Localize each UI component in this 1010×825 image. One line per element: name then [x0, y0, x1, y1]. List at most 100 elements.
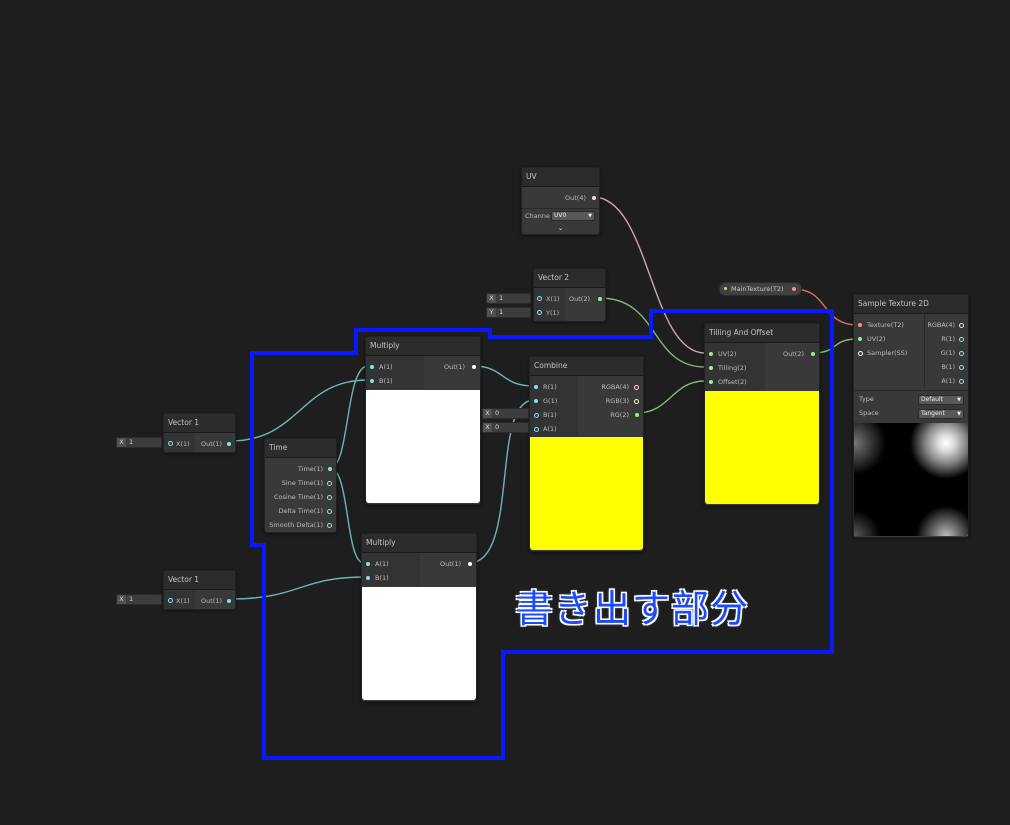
sample-texture-type-dropdown[interactable]: Default ▼	[918, 395, 964, 405]
wire-maintexture-to-sample	[792, 288, 859, 326]
combine-preview	[530, 437, 643, 550]
multiply-node-1[interactable]: Multiply A(1) B(1) Out(1)	[365, 336, 481, 505]
time-node[interactable]: Time Time(1) Sine Time(1) Cosine Time(1)…	[264, 438, 337, 533]
vector2-x-port[interactable]	[537, 296, 542, 301]
vector2-y-input-label: Y	[487, 308, 496, 317]
chevron-down-icon[interactable]: ⌄	[522, 224, 599, 233]
vector2-y-input[interactable]: Y1	[486, 307, 531, 318]
combine-in-g-port[interactable]	[534, 399, 538, 403]
uv-node[interactable]: UV Out(4) Channe UV0 ▼ ⌄	[521, 167, 600, 235]
multiply-2-in-b-port[interactable]	[366, 576, 370, 580]
export-region-annotation: 書き出す部分	[515, 587, 750, 631]
wire-vector1a-to-multiply1-b	[229, 379, 369, 442]
vector2-y-label: Y(1)	[546, 309, 560, 317]
dropdown-arrow-icon: ▼	[957, 397, 961, 403]
sample-texture-in-texture-port[interactable]	[858, 323, 862, 327]
vector2-x-input[interactable]: X1	[486, 293, 531, 304]
combine-in-a-label: A(1)	[543, 425, 557, 433]
vector1a-out-port[interactable]	[227, 442, 231, 446]
combine-a-input[interactable]: X0	[482, 422, 529, 433]
multiply-1-preview	[366, 390, 480, 503]
sample-texture-in-sampler-label: Sampler(SS)	[867, 349, 908, 357]
combine-in-b-label: B(1)	[543, 411, 557, 419]
uv-channel-dropdown[interactable]: UV0 ▼	[551, 211, 595, 221]
time-out-delta-port[interactable]	[327, 509, 332, 514]
combine-node[interactable]: Combine R(1) G(1) B(1) A(1) RGBA(4) RGB(…	[529, 356, 644, 552]
time-out-time-label: Time(1)	[297, 465, 323, 473]
combine-b-input-label: X	[483, 409, 492, 418]
vector2-x-label: X(1)	[546, 295, 560, 303]
tiling-offset-in-tiling-port[interactable]	[709, 366, 713, 370]
sample-texture-space-value: Tangent	[921, 410, 945, 417]
sample-texture-in-sampler-port[interactable]	[858, 351, 863, 356]
sample-texture-out-a-label: A(1)	[941, 377, 955, 385]
vector2-node-title: Vector 2	[534, 269, 605, 288]
multiply-2-title: Multiply	[362, 534, 476, 553]
sample-texture-out-a-port[interactable]	[959, 379, 964, 384]
multiply-1-in-a-label: A(1)	[379, 363, 393, 371]
vector1b-x-input-value: 1	[129, 595, 134, 603]
vector1b-x-input[interactable]: X1	[116, 594, 162, 605]
sample-texture-type-value: Default	[921, 396, 943, 403]
vector2-out-port[interactable]	[598, 297, 602, 301]
combine-out-rgb-port[interactable]	[634, 399, 639, 404]
combine-in-a-port[interactable]	[534, 427, 539, 432]
uv-channel-label: Channe	[525, 212, 550, 220]
tiling-offset-node[interactable]: Tilling And Offset UV(2) Tilling(2) Offs…	[704, 323, 820, 506]
multiply-2-in-a-port[interactable]	[366, 562, 370, 566]
multiply-1-title: Multiply	[366, 337, 480, 356]
sample-texture-in-uv-port[interactable]	[858, 337, 862, 341]
combine-a-input-value: 0	[495, 423, 500, 431]
sample-texture-out-rgba-port[interactable]	[959, 323, 964, 328]
vector1a-x-input[interactable]: X1	[116, 437, 162, 448]
main-texture-property[interactable]: MainTexture(T2)	[719, 282, 802, 296]
combine-out-rg-port[interactable]	[635, 413, 639, 417]
main-texture-out-port[interactable]	[792, 287, 796, 291]
sample-texture-node[interactable]: Sample Texture 2D Texture(T2) UV(2) Samp…	[853, 294, 969, 538]
multiply-1-out-port[interactable]	[472, 365, 476, 369]
tiling-offset-in-offset-port[interactable]	[709, 380, 713, 384]
multiply-node-2[interactable]: Multiply A(1) B(1) Out(1)	[361, 533, 477, 702]
combine-in-b-port[interactable]	[534, 413, 539, 418]
vector2-y-port[interactable]	[537, 310, 542, 315]
vector1a-in-x-port[interactable]	[168, 441, 173, 446]
uv-node-title: UV	[522, 168, 599, 187]
vector2-node[interactable]: Vector 2 X(1) Y(1) Out(2)	[533, 268, 606, 322]
time-out-cosine-port[interactable]	[327, 495, 332, 500]
vector1a-in-x-label: X(1)	[176, 440, 190, 448]
time-out-smooth-port[interactable]	[327, 523, 332, 528]
multiply-1-in-b-port[interactable]	[370, 379, 374, 383]
combine-b-input[interactable]: X0	[482, 408, 529, 419]
vector1b-in-x-port[interactable]	[168, 598, 173, 603]
sample-texture-out-g-label: G(1)	[940, 349, 955, 357]
combine-out-rgba-label: RGBA(4)	[601, 383, 629, 391]
vector1b-out-port[interactable]	[227, 599, 231, 603]
uv-channel-value: UV0	[554, 212, 567, 219]
sample-texture-out-r-port[interactable]	[959, 337, 964, 342]
vector1a-out-label: Out(1)	[201, 440, 222, 448]
sample-texture-space-dropdown[interactable]: Tangent ▼	[918, 409, 964, 419]
combine-in-g-label: G(1)	[543, 397, 558, 405]
time-out-time-port[interactable]	[328, 467, 332, 471]
sample-texture-out-r-label: R(1)	[941, 335, 955, 343]
vector2-out-label: Out(2)	[569, 295, 590, 303]
multiply-1-in-a-port[interactable]	[370, 365, 374, 369]
vector1b-title: Vector 1	[164, 571, 235, 590]
vector1a-x-input-value: 1	[129, 438, 134, 446]
sample-texture-out-g-port[interactable]	[959, 351, 964, 356]
vector1-node-a[interactable]: Vector 1 X(1) Out(1)	[163, 413, 236, 453]
tiling-offset-out-port[interactable]	[811, 352, 815, 356]
time-title: Time	[265, 439, 336, 458]
combine-in-r-port[interactable]	[534, 385, 538, 389]
wire-multiply1-to-combine-r	[472, 365, 535, 387]
tiling-offset-in-uv-port[interactable]	[709, 352, 713, 356]
sample-texture-out-b-port[interactable]	[959, 365, 964, 370]
combine-out-rgba-port[interactable]	[634, 385, 639, 390]
uv-out-port[interactable]	[592, 196, 596, 200]
vector1-node-b[interactable]: Vector 1 X(1) Out(1)	[163, 570, 236, 610]
multiply-1-out-label: Out(1)	[444, 363, 465, 371]
vector1a-x-input-label: X	[117, 438, 126, 447]
tiling-offset-title: Tilling And Offset	[705, 324, 819, 343]
multiply-2-out-port[interactable]	[468, 562, 472, 566]
time-out-sine-port[interactable]	[327, 481, 332, 486]
